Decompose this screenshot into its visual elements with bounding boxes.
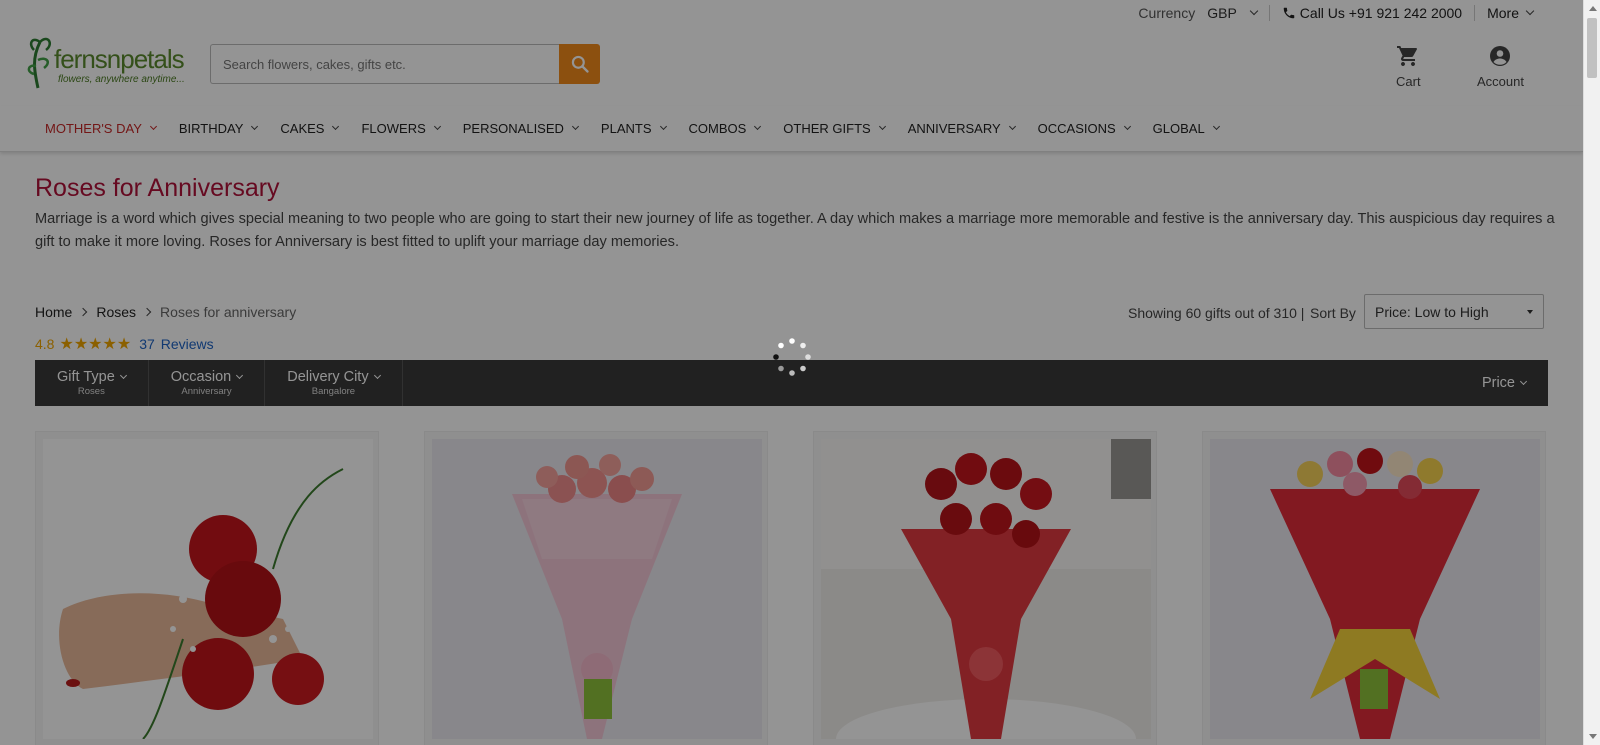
loading-spinner-icon: [773, 338, 811, 376]
scroll-down-icon[interactable]: [1589, 734, 1597, 739]
scroll-thumb[interactable]: [1587, 18, 1597, 78]
page-scrollbar[interactable]: [1583, 0, 1600, 745]
loading-overlay: [0, 0, 1583, 745]
scroll-up-icon[interactable]: [1589, 6, 1597, 11]
